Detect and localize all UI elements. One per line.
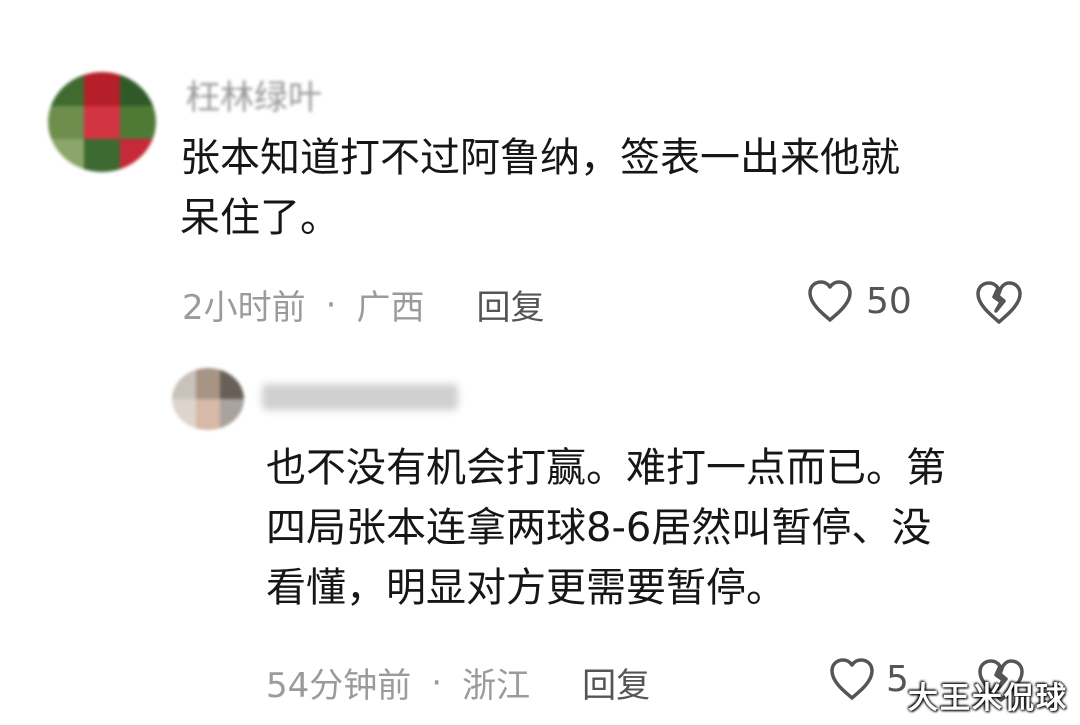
reply-username[interactable] xyxy=(262,384,458,410)
separator-dot: · xyxy=(431,662,443,703)
dislike-button[interactable] xyxy=(974,278,1024,330)
comment-line: 看懂，明显对方更需要暂停。 xyxy=(266,565,786,611)
like-button[interactable]: 5 xyxy=(828,656,909,702)
comment-line: 也不没有机会打赢。难打一点而已。第 xyxy=(266,445,946,491)
reply-button[interactable]: 回复 xyxy=(476,280,544,329)
comment-page: 枉林绿叶 张本知道打不过阿鲁纳，签表一出来他就 呆住了。 2小时前 · 广西 回… xyxy=(0,0,1080,725)
reply-avatar[interactable] xyxy=(172,368,244,430)
avatar[interactable] xyxy=(48,72,156,172)
heart-outline-icon xyxy=(808,280,852,322)
comment-body: 张本知道打不过阿鲁纳，签表一出来他就 呆住了。 xyxy=(180,128,900,248)
reply-meta: 54分钟前 · 浙江 回复 xyxy=(266,658,650,707)
comment-line: 张本知道打不过阿鲁纳，签表一出来他就 xyxy=(180,135,900,181)
location: 浙江 xyxy=(462,666,531,706)
timestamp: 2小时前 xyxy=(182,288,306,328)
reply-body: 也不没有机会打赢。难打一点而已。第 四局张本连拿两球8-6居然叫暂停、没 看懂，… xyxy=(266,438,946,618)
separator-dot: · xyxy=(325,284,337,325)
username[interactable]: 枉林绿叶 xyxy=(186,70,322,119)
location: 广西 xyxy=(356,288,425,328)
comment-line: 四局张本连拿两球8-6居然叫暂停、没 xyxy=(266,505,932,551)
heart-outline-icon xyxy=(830,658,874,700)
like-count: 50 xyxy=(866,280,912,322)
broken-heart-icon xyxy=(976,281,1022,324)
like-button[interactable]: 50 xyxy=(806,278,912,324)
reply-button[interactable]: 回复 xyxy=(582,658,650,707)
comment-meta: 2小时前 · 广西 回复 xyxy=(182,280,544,329)
watermark: 大王米侃球 xyxy=(908,681,1068,716)
timestamp: 54分钟前 xyxy=(266,666,412,706)
comment-line: 呆住了。 xyxy=(180,195,340,241)
like-count: 5 xyxy=(886,658,909,700)
